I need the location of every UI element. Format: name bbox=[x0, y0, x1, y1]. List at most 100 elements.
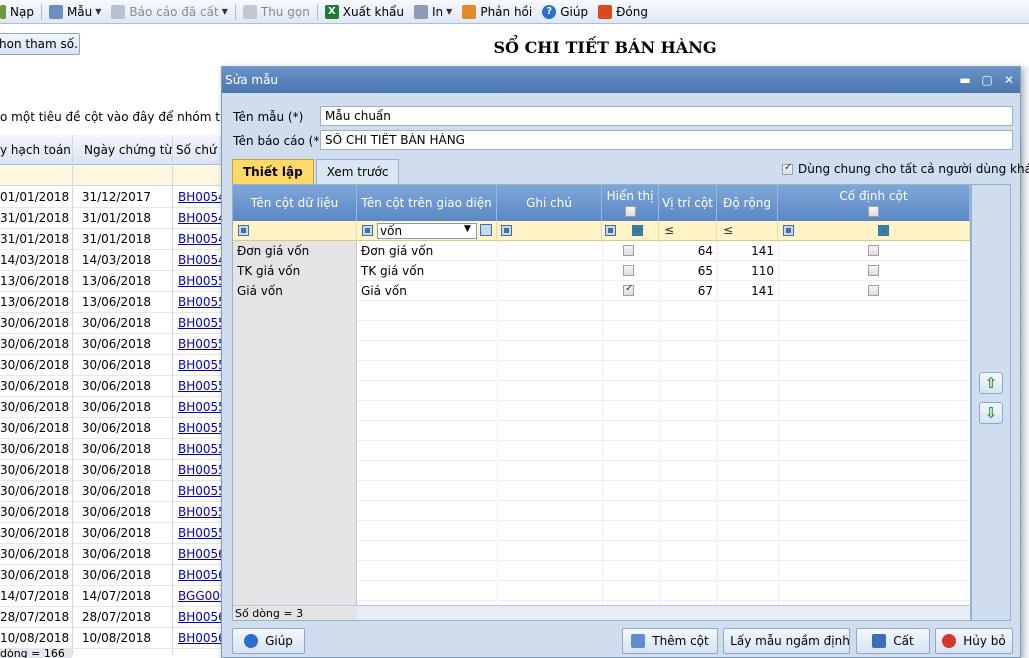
template-name-input[interactable] bbox=[320, 106, 1013, 126]
save-icon bbox=[872, 634, 887, 648]
report-row-count: dòng = 166 bbox=[0, 649, 72, 658]
maximize-icon[interactable]: ▢ bbox=[976, 73, 998, 87]
posting-date: 14/07/2018 bbox=[0, 589, 70, 603]
filter-ui-column-input[interactable] bbox=[377, 223, 477, 239]
empty-row bbox=[233, 341, 970, 361]
default-template-button[interactable]: Lấy mẫu ngầm định bbox=[723, 628, 850, 654]
empty-row bbox=[233, 421, 970, 441]
dialog-titlebar[interactable]: Sửa mẫu ▬ ▢ ✕ bbox=[222, 67, 1020, 93]
position-cell[interactable]: 64 bbox=[659, 244, 713, 258]
header-posting-date[interactable]: y hạch toán bbox=[0, 143, 71, 157]
report-name-input[interactable] bbox=[320, 130, 1013, 150]
empty-row bbox=[233, 521, 970, 541]
ui-column-name[interactable]: Giá vốn bbox=[361, 284, 407, 298]
filter-position[interactable]: ≤ bbox=[659, 221, 717, 241]
ui-column-name[interactable]: TK giá vốn bbox=[361, 264, 424, 278]
header-voucher-date[interactable]: Ngày chứng từ bbox=[84, 143, 172, 157]
add-column-button[interactable]: Thêm cột bbox=[622, 628, 718, 654]
close-app-icon bbox=[598, 4, 613, 19]
posting-date: 14/03/2018 bbox=[0, 253, 70, 267]
print-button[interactable]: In ▼ bbox=[409, 1, 457, 23]
fixed-checkbox[interactable] bbox=[868, 265, 879, 276]
header-ui-column[interactable]: Tên cột trên giao diện bbox=[357, 185, 497, 221]
filter-checkbox-icon[interactable] bbox=[632, 225, 643, 236]
visible-checkbox[interactable] bbox=[623, 283, 634, 296]
reload-icon bbox=[0, 4, 6, 19]
header-visible[interactable]: Hiển thị bbox=[602, 185, 659, 221]
config-row[interactable]: Giá vốn Giá vốn 67 141 bbox=[233, 281, 970, 301]
filter-width[interactable]: ≤ bbox=[717, 221, 778, 241]
empty-row bbox=[233, 501, 970, 521]
filter-visible[interactable] bbox=[602, 221, 659, 241]
posting-date: 13/06/2018 bbox=[0, 295, 70, 309]
header-position[interactable]: Vị trí cột bbox=[659, 185, 717, 221]
saved-report-button[interactable]: Báo cáo đã cất ▼ bbox=[106, 1, 232, 23]
select-all-visible-checkbox[interactable] bbox=[624, 206, 636, 217]
edit-template-dialog: Sửa mẫu ▬ ▢ ✕ Tên mẫu (*) Tên báo cáo (*… bbox=[221, 66, 1029, 658]
width-cell[interactable]: 141 bbox=[717, 244, 774, 258]
clear-filter-icon[interactable] bbox=[480, 224, 492, 236]
dialog-help-button[interactable]: Giúp bbox=[232, 628, 305, 654]
filter-icon bbox=[362, 225, 373, 236]
cancel-button[interactable]: Hủy bỏ bbox=[935, 628, 1013, 654]
template-button[interactable]: Mẫu ▼ bbox=[44, 1, 106, 23]
header-width[interactable]: Độ rộng bbox=[717, 185, 778, 221]
empty-row bbox=[233, 561, 970, 581]
filter-icon bbox=[501, 225, 512, 236]
width-cell[interactable]: 110 bbox=[717, 264, 774, 278]
empty-row bbox=[233, 321, 970, 341]
select-parameters-button[interactable]: hon tham số... bbox=[0, 33, 80, 55]
help-button[interactable]: ? Giúp bbox=[537, 1, 593, 23]
visible-checkbox[interactable] bbox=[623, 265, 634, 276]
chevron-down-icon: ▼ bbox=[95, 7, 102, 16]
filter-fixed[interactable] bbox=[778, 221, 970, 241]
visible-checkbox[interactable] bbox=[623, 245, 634, 256]
save-button[interactable]: Cất bbox=[856, 628, 930, 654]
fixed-checkbox[interactable] bbox=[868, 245, 879, 256]
close-app-button[interactable]: Đóng bbox=[593, 1, 653, 23]
header-fixed[interactable]: Cố định cột bbox=[778, 185, 970, 221]
posting-date: 30/06/2018 bbox=[0, 505, 70, 519]
filter-data-column[interactable] bbox=[233, 221, 357, 241]
voucher-date: 30/06/2018 bbox=[81, 442, 151, 456]
tab-settings[interactable]: Thiết lập bbox=[232, 159, 314, 184]
reload-button[interactable]: Nạp bbox=[0, 1, 39, 23]
config-row[interactable]: TK giá vốn TK giá vốn 65 110 bbox=[233, 261, 970, 281]
posting-date: 30/06/2018 bbox=[0, 526, 70, 540]
tab-preview[interactable]: Xem trước bbox=[315, 159, 400, 184]
voucher-date: 30/06/2018 bbox=[81, 526, 151, 540]
chevron-down-icon[interactable]: ▼ bbox=[464, 224, 471, 234]
background-right-edge bbox=[1022, 66, 1029, 658]
width-cell[interactable]: 141 bbox=[717, 284, 774, 298]
position-cell[interactable]: 67 bbox=[659, 284, 713, 298]
header-note[interactable]: Ghi chú bbox=[497, 185, 602, 221]
help-icon: ? bbox=[542, 4, 557, 19]
toolbar-separator bbox=[40, 3, 42, 20]
print-icon bbox=[414, 4, 429, 19]
header-voucher-no[interactable]: Số chứ bbox=[176, 143, 217, 157]
filter-ui-column[interactable]: ▼ bbox=[357, 221, 497, 241]
config-row[interactable]: Đơn giá vốn Đơn giá vốn 64 141 bbox=[233, 241, 970, 261]
select-all-fixed-checkbox[interactable] bbox=[868, 206, 879, 217]
collapse-button[interactable]: Thu gọn bbox=[238, 1, 315, 23]
dialog-tabs: Thiết lập Xem trước bbox=[232, 159, 401, 185]
filter-note[interactable] bbox=[497, 221, 602, 241]
share-all-users-checkbox[interactable]: Dùng chung cho tất cả người dùng khác bbox=[782, 162, 1029, 176]
export-button[interactable]: X Xuất khẩu bbox=[320, 1, 409, 23]
move-down-button[interactable]: ⇩ bbox=[979, 402, 1003, 424]
move-up-button[interactable]: ⇧ bbox=[979, 372, 1003, 394]
fixed-checkbox[interactable] bbox=[868, 285, 879, 296]
minimize-icon[interactable]: ▬ bbox=[954, 73, 976, 87]
data-column-name: Đơn giá vốn bbox=[237, 244, 310, 258]
close-icon[interactable]: ✕ bbox=[998, 73, 1020, 87]
empty-row bbox=[233, 381, 970, 401]
ui-column-name[interactable]: Đơn giá vốn bbox=[361, 244, 433, 258]
position-cell[interactable]: 65 bbox=[659, 264, 713, 278]
posting-date: 13/06/2018 bbox=[0, 274, 70, 288]
feedback-button[interactable]: Phản hồi bbox=[457, 1, 537, 23]
grid-divider bbox=[172, 135, 173, 655]
voucher-date: 30/06/2018 bbox=[81, 358, 151, 372]
filter-checkbox-icon[interactable] bbox=[878, 225, 889, 236]
posting-date: 30/06/2018 bbox=[0, 379, 70, 393]
header-data-column[interactable]: Tên cột dữ liệu bbox=[233, 185, 357, 221]
